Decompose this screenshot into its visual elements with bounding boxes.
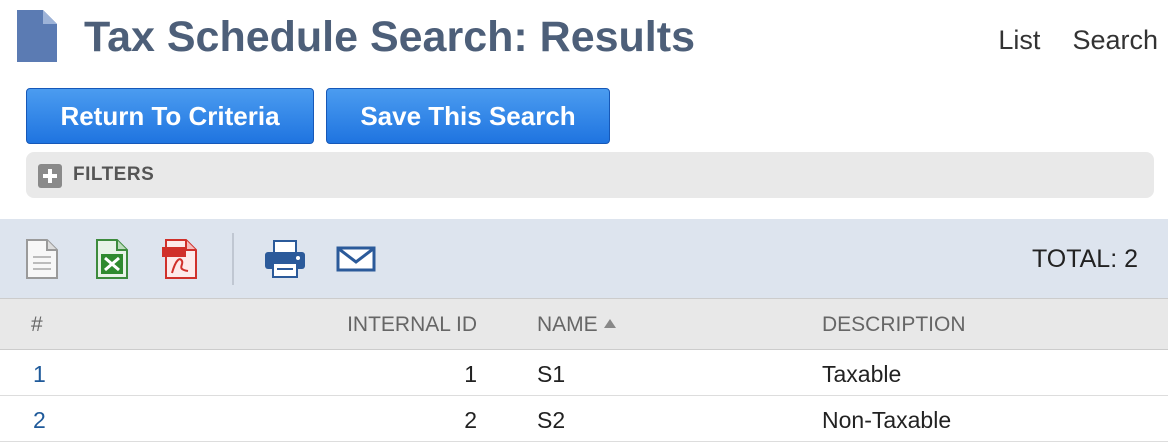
cell-name: S1 bbox=[537, 361, 566, 387]
column-header-internal-id[interactable]: INTERNAL ID bbox=[347, 312, 477, 338]
page: Tax Schedule Search: Results List Search… bbox=[0, 0, 1168, 442]
plus-icon bbox=[38, 164, 62, 188]
document-icon bbox=[17, 10, 57, 62]
page-header: Tax Schedule Search: Results List Search bbox=[0, 0, 1168, 80]
filters-toggle[interactable]: FILTERS bbox=[26, 152, 1154, 198]
column-header-description[interactable]: DESCRIPTION bbox=[822, 312, 966, 338]
email-icon[interactable] bbox=[336, 239, 376, 279]
print-icon[interactable] bbox=[264, 239, 306, 279]
header-nav: List Search bbox=[998, 22, 1158, 58]
column-header-name-label: NAME bbox=[537, 313, 598, 336]
results-total: TOTAL: 2 bbox=[1031, 245, 1138, 273]
table-row: 1 1 S1 Taxable bbox=[0, 350, 1168, 396]
table-header: # INTERNAL ID NAME DESCRIPTION bbox=[0, 298, 1168, 350]
row-number-link[interactable]: 1 bbox=[33, 360, 46, 388]
filters-label: FILTERS bbox=[73, 164, 155, 185]
cell-internal-id: 1 bbox=[464, 361, 477, 387]
sort-ascending-icon bbox=[603, 319, 616, 328]
return-to-criteria-button[interactable]: Return To Criteria bbox=[26, 88, 314, 144]
nav-list-link[interactable]: List bbox=[998, 22, 1040, 58]
results-toolbar: TOTAL: 2 bbox=[0, 219, 1168, 298]
column-header-name[interactable]: NAME bbox=[537, 312, 616, 338]
cell-name: S2 bbox=[537, 407, 566, 433]
cell-internal-id: 2 bbox=[464, 407, 477, 433]
toolbar-separator bbox=[232, 233, 234, 285]
save-search-button[interactable]: Save This Search bbox=[326, 88, 610, 144]
export-csv-icon[interactable] bbox=[25, 239, 59, 279]
page-title: Tax Schedule Search: Results bbox=[84, 13, 695, 61]
table-row: 2 2 S2 Non-Taxable bbox=[0, 396, 1168, 442]
column-header-number[interactable]: # bbox=[31, 312, 43, 338]
export-excel-icon[interactable] bbox=[95, 239, 129, 279]
export-pdf-icon[interactable] bbox=[162, 239, 200, 279]
row-number-link[interactable]: 2 bbox=[33, 406, 46, 434]
cell-description: Taxable bbox=[822, 361, 902, 387]
nav-search-link[interactable]: Search bbox=[1072, 22, 1158, 58]
cell-description: Non-Taxable bbox=[822, 407, 952, 433]
